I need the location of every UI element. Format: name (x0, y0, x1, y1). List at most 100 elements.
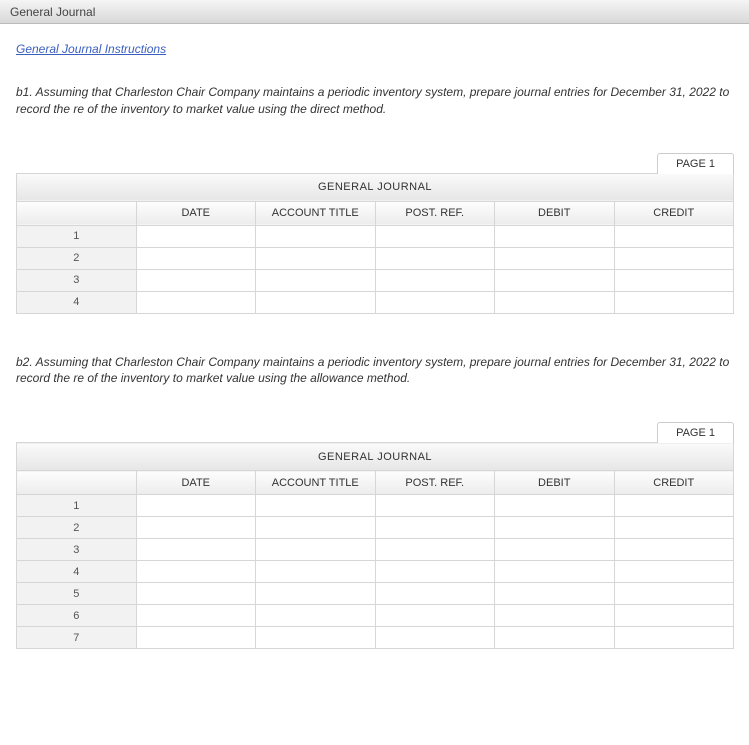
cell-account[interactable] (256, 517, 376, 539)
cell-date[interactable] (136, 247, 256, 269)
row-number: 4 (17, 561, 137, 583)
page-tab-b2[interactable]: PAGE 1 (657, 422, 734, 443)
cell-debit[interactable] (495, 517, 615, 539)
cell-postref[interactable] (375, 605, 495, 627)
cell-account[interactable] (256, 225, 376, 247)
col-credit: CREDIT (614, 471, 734, 495)
row-number: 3 (17, 269, 137, 291)
cell-credit[interactable] (614, 583, 734, 605)
journal-block-b2: PAGE 1 GENERAL JOURNAL DATE ACCOUNT TITL… (16, 421, 733, 649)
content-area: General Journal Instructions b1. Assumin… (0, 24, 749, 659)
journal-table-b2: GENERAL JOURNAL DATE ACCOUNT TITLE POST.… (16, 442, 734, 649)
table-row: 6 (17, 605, 734, 627)
table-title-b2: GENERAL JOURNAL (17, 443, 734, 471)
row-number: 3 (17, 539, 137, 561)
cell-account[interactable] (256, 605, 376, 627)
cell-postref[interactable] (375, 247, 495, 269)
cell-postref[interactable] (375, 539, 495, 561)
table-row: 7 (17, 627, 734, 649)
cell-credit[interactable] (614, 561, 734, 583)
page-tab-row-b1: PAGE 1 (16, 152, 734, 173)
cell-date[interactable] (136, 561, 256, 583)
cell-credit[interactable] (614, 605, 734, 627)
cell-debit[interactable] (495, 583, 615, 605)
row-number: 2 (17, 247, 137, 269)
cell-debit[interactable] (495, 561, 615, 583)
cell-debit[interactable] (495, 247, 615, 269)
cell-debit[interactable] (495, 539, 615, 561)
table-row: 5 (17, 583, 734, 605)
cell-debit[interactable] (495, 225, 615, 247)
cell-credit[interactable] (614, 517, 734, 539)
col-debit: DEBIT (495, 471, 615, 495)
cell-postref[interactable] (375, 627, 495, 649)
col-postref: POST. REF. (375, 471, 495, 495)
table-row: 2 (17, 247, 734, 269)
col-account: ACCOUNT TITLE (256, 201, 376, 225)
cell-date[interactable] (136, 269, 256, 291)
cell-date[interactable] (136, 539, 256, 561)
row-number: 7 (17, 627, 137, 649)
instructions-link[interactable]: General Journal Instructions (16, 42, 166, 56)
cell-credit[interactable] (614, 225, 734, 247)
cell-date[interactable] (136, 517, 256, 539)
cell-date[interactable] (136, 605, 256, 627)
cell-postref[interactable] (375, 583, 495, 605)
table-row: 4 (17, 561, 734, 583)
col-account: ACCOUNT TITLE (256, 471, 376, 495)
row-number: 2 (17, 517, 137, 539)
cell-postref[interactable] (375, 291, 495, 313)
cell-credit[interactable] (614, 627, 734, 649)
cell-date[interactable] (136, 291, 256, 313)
journal-block-b1: PAGE 1 GENERAL JOURNAL DATE ACCOUNT TITL… (16, 152, 733, 314)
cell-account[interactable] (256, 495, 376, 517)
cell-account[interactable] (256, 247, 376, 269)
table-row: 3 (17, 269, 734, 291)
cell-postref[interactable] (375, 561, 495, 583)
table-row: 4 (17, 291, 734, 313)
cell-debit[interactable] (495, 269, 615, 291)
cell-postref[interactable] (375, 225, 495, 247)
col-date: DATE (136, 471, 256, 495)
cell-date[interactable] (136, 627, 256, 649)
col-rownum (17, 201, 137, 225)
cell-debit[interactable] (495, 495, 615, 517)
cell-account[interactable] (256, 583, 376, 605)
cell-account[interactable] (256, 539, 376, 561)
page-tab-b1[interactable]: PAGE 1 (657, 153, 734, 174)
table-title-b1: GENERAL JOURNAL (17, 173, 734, 201)
cell-credit[interactable] (614, 539, 734, 561)
cell-account[interactable] (256, 561, 376, 583)
cell-account[interactable] (256, 269, 376, 291)
cell-date[interactable] (136, 495, 256, 517)
prompt-b1: b1. Assuming that Charleston Chair Compa… (16, 84, 733, 118)
col-date: DATE (136, 201, 256, 225)
cell-debit[interactable] (495, 605, 615, 627)
col-postref: POST. REF. (375, 201, 495, 225)
row-number: 6 (17, 605, 137, 627)
table-row: 2 (17, 517, 734, 539)
row-number: 1 (17, 495, 137, 517)
cell-credit[interactable] (614, 247, 734, 269)
cell-postref[interactable] (375, 517, 495, 539)
cell-debit[interactable] (495, 627, 615, 649)
cell-date[interactable] (136, 583, 256, 605)
cell-postref[interactable] (375, 495, 495, 517)
page-tab-row-b2: PAGE 1 (16, 421, 734, 442)
cell-postref[interactable] (375, 269, 495, 291)
tab-bar: General Journal (0, 0, 749, 24)
col-debit: DEBIT (495, 201, 615, 225)
col-credit: CREDIT (614, 201, 734, 225)
journal-table-b1: GENERAL JOURNAL DATE ACCOUNT TITLE POST.… (16, 173, 734, 314)
cell-credit[interactable] (614, 269, 734, 291)
cell-credit[interactable] (614, 495, 734, 517)
cell-debit[interactable] (495, 291, 615, 313)
col-rownum (17, 471, 137, 495)
table-row: 1 (17, 225, 734, 247)
cell-account[interactable] (256, 627, 376, 649)
cell-credit[interactable] (614, 291, 734, 313)
row-number: 4 (17, 291, 137, 313)
tab-title: General Journal (10, 5, 95, 19)
cell-date[interactable] (136, 225, 256, 247)
cell-account[interactable] (256, 291, 376, 313)
